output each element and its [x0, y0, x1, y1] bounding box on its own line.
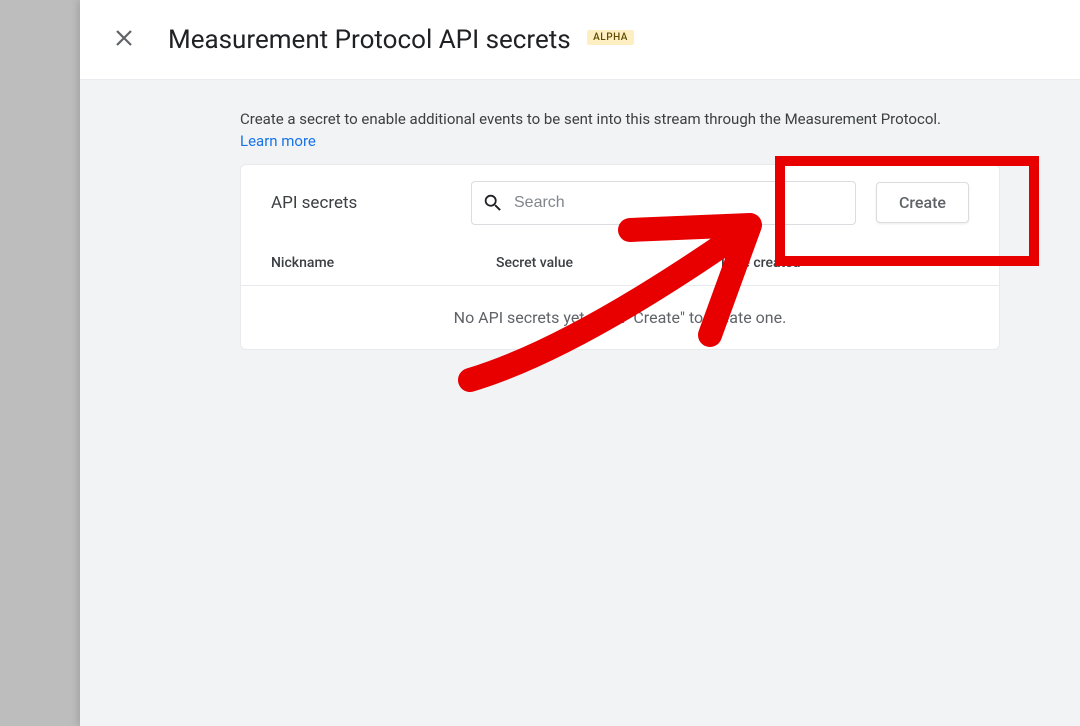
empty-state-message: No API secrets yet, click "Create" to cr…	[241, 286, 999, 349]
alpha-badge: ALPHA	[587, 30, 634, 45]
card-header-row: API secrets Create	[241, 165, 999, 241]
column-secret-value: Secret value	[496, 255, 721, 271]
close-button[interactable]	[104, 20, 144, 60]
api-secrets-card: API secrets Create Nickname Secret value…	[240, 164, 1000, 350]
intro-block: Create a secret to enable additional eve…	[240, 108, 1000, 150]
section-title: API secrets	[271, 193, 451, 213]
search-field-wrapper[interactable]	[471, 181, 856, 225]
panel-header: Measurement Protocol API secrets ALPHA	[80, 0, 1080, 80]
page-title: Measurement Protocol API secrets ALPHA	[168, 25, 634, 55]
column-date-created: Date created	[721, 255, 969, 271]
modal-backdrop	[0, 0, 80, 726]
page-title-text: Measurement Protocol API secrets	[168, 25, 571, 55]
create-button[interactable]: Create	[876, 182, 969, 223]
column-nickname: Nickname	[271, 255, 496, 271]
intro-text: Create a secret to enable additional eve…	[240, 110, 941, 128]
search-input[interactable]	[504, 194, 845, 212]
learn-more-link[interactable]: Learn more	[240, 132, 316, 150]
panel-content: Create a secret to enable additional eve…	[80, 80, 1080, 378]
table-header: Nickname Secret value Date created	[241, 241, 999, 286]
search-icon	[482, 192, 504, 214]
close-icon	[112, 26, 136, 53]
settings-panel: Measurement Protocol API secrets ALPHA C…	[80, 0, 1080, 726]
